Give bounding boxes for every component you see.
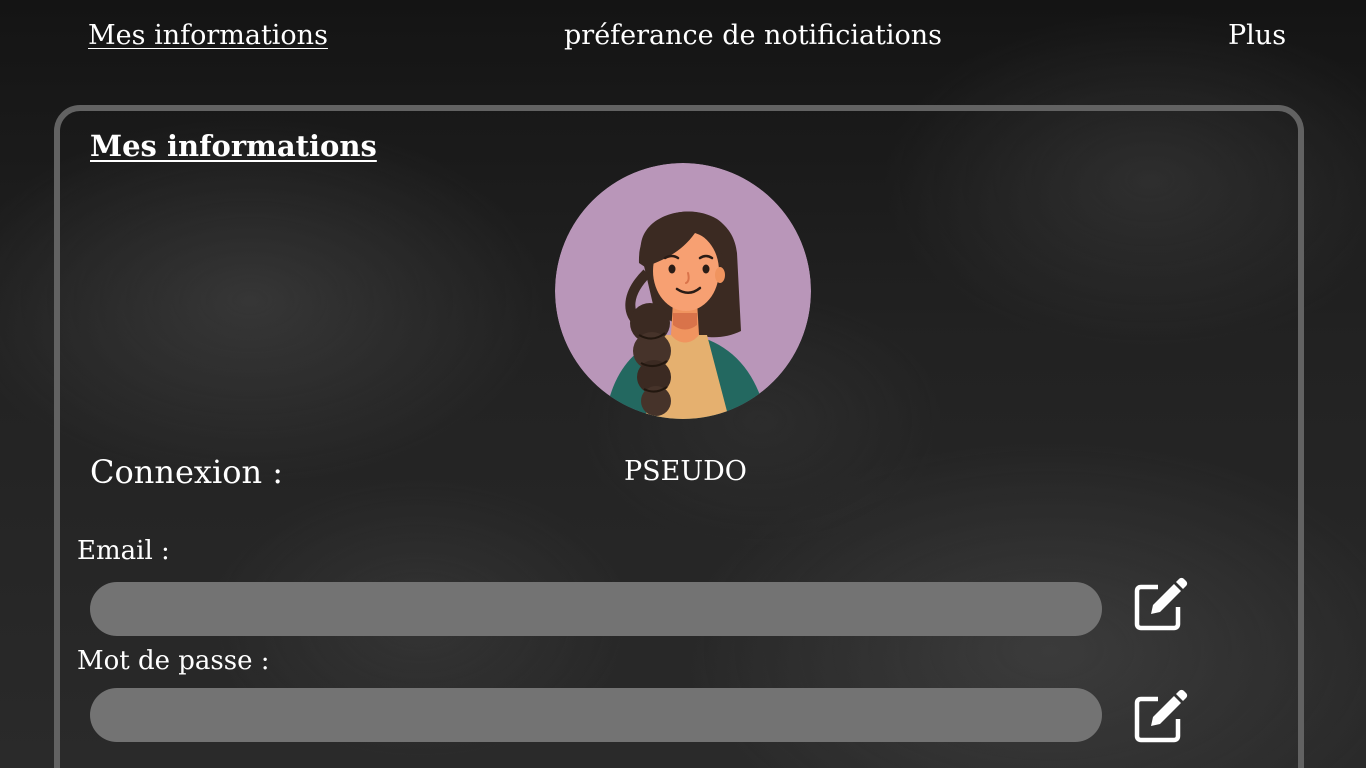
username: PSEUDO [624, 456, 747, 487]
nav-tab-mes-informations[interactable]: Mes informations [88, 18, 328, 54]
avatar[interactable] [555, 163, 811, 419]
connexion-label: Connexion : [90, 453, 284, 491]
nav-tab-plus[interactable]: Plus [1228, 18, 1286, 54]
email-label: Email : [77, 536, 170, 566]
password-label: Mot de passe : [77, 646, 270, 676]
edit-icon[interactable] [1131, 688, 1189, 746]
section-title: Mes informations [90, 129, 377, 163]
password-field[interactable] [90, 688, 1102, 742]
edit-icon[interactable] [1131, 576, 1189, 634]
nav-tab-notification-preferences[interactable]: préferance de notificiations [564, 18, 942, 54]
email-field[interactable] [90, 582, 1102, 636]
